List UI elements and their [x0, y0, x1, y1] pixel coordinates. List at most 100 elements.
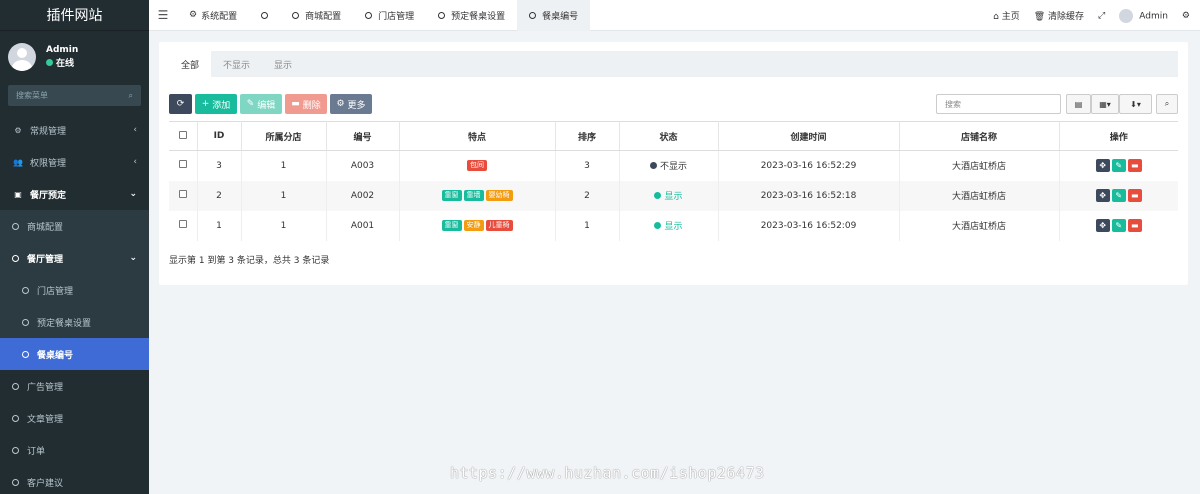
column-header[interactable]: 店铺名称 [899, 121, 1060, 151]
settings-icon[interactable]: ⚙ [1182, 11, 1190, 21]
search-button[interactable]: ⌕ [1156, 94, 1178, 114]
trash-icon: ▬ [291, 99, 300, 109]
column-header[interactable]: 所属分店 [241, 121, 327, 151]
circle-icon [438, 11, 446, 19]
more-label: 更多 [347, 100, 366, 111]
add-button[interactable]: + 添加 [195, 94, 237, 114]
columns-icon: ▦▾ [1099, 99, 1111, 109]
columns-button[interactable]: ▦▾ [1091, 94, 1119, 114]
row-checkbox[interactable] [178, 220, 187, 228]
column-header[interactable]: 排序 [555, 121, 620, 151]
column-header[interactable]: 特点 [399, 121, 556, 151]
table-search-input[interactable]: 搜索 [936, 94, 1061, 114]
circle-icon [261, 11, 269, 19]
site-logo[interactable]: 插件网站 [0, 0, 149, 31]
sidebar-item-mall-config[interactable]: 商城配置 [0, 210, 149, 242]
table-row[interactable]: 1 1 A001 靠窗 安静 儿童椅 1 显示 2023-03-16 16:52:09 大酒店虹桥… [169, 210, 1178, 241]
tab-store-manage[interactable]: 门店管理 [353, 0, 426, 31]
sidebar-item-feedback[interactable]: 客户建议 [0, 466, 149, 494]
sidebar-item-restaurant-manage[interactable]: 餐厅管理 ⌄ [0, 242, 149, 274]
home-link[interactable]: ⌂ 主页 [993, 9, 1020, 22]
sidebar-item-table-booking-settings[interactable]: 预定餐桌设置 [0, 306, 149, 338]
row-select-cell[interactable] [169, 180, 198, 211]
cell-actions: ✥ ✎ ▬ [1059, 151, 1178, 181]
clear-cache-button[interactable]: 🗑 清除缓存 [1034, 9, 1084, 22]
home-label: 主页 [1001, 12, 1020, 22]
export-button[interactable]: ⬇▾ [1119, 94, 1152, 114]
sidebar-item-label: 门店管理 [37, 286, 74, 297]
row-select-cell[interactable] [169, 210, 198, 241]
cell-actions: ✥ ✎ ▬ [1059, 180, 1178, 211]
table-row[interactable]: 3 1 A003 包间 3 不显示 2023-03-16 16:52:29 大酒店虹桥店 ✥ ✎ ▬ [169, 150, 1178, 181]
user-menu[interactable]: Admin [1119, 8, 1168, 23]
chevron-left-icon: ‹ [133, 125, 137, 135]
column-header[interactable]: ID [197, 121, 242, 151]
sidebar-item-permission[interactable]: 👥 权限管理 ‹ [0, 146, 149, 178]
drag-sort-button[interactable]: ✥ [1095, 219, 1110, 232]
cell-status[interactable]: 显示 [619, 180, 719, 211]
cell-actions: ✥ ✎ ▬ [1059, 211, 1178, 241]
row-delete-button[interactable]: ▬ [1127, 159, 1142, 173]
edit-button[interactable]: ✎ 编辑 [240, 94, 282, 114]
chevron-down-icon: ⌄ [129, 189, 137, 199]
trash-icon: 🗑 [1033, 12, 1046, 22]
more-button[interactable]: ⚙ 更多 [330, 94, 372, 114]
menu-toggle-icon[interactable]: ☰ [149, 8, 177, 22]
row-delete-button[interactable]: ▬ [1127, 219, 1142, 232]
column-header[interactable]: 编号 [326, 121, 400, 151]
select-all-checkbox[interactable] [178, 130, 187, 139]
row-delete-button[interactable]: ▬ [1127, 189, 1142, 202]
filter-tab-shown[interactable]: 显示 [262, 51, 304, 77]
column-header[interactable]: 状态 [619, 121, 719, 151]
table-row[interactable]: 2 1 A002 靠窗 靠墙 婴幼椅 2 显示 2023-03-16 16:52:18 大酒店虹桥… [169, 180, 1178, 211]
sidebar-item-label: 常规管理 [30, 126, 67, 137]
feature-tag: 靠墙 [463, 190, 484, 201]
move-icon: ✥ [1099, 191, 1107, 200]
tab-table-number[interactable]: 餐桌编号 [517, 0, 591, 31]
delete-button[interactable]: ▬ 删除 [285, 94, 327, 114]
column-header[interactable]: 创建时间 [718, 121, 900, 151]
cell-sort: 1 [555, 210, 620, 241]
menu-search-input[interactable]: 搜索菜单 ⌕ [8, 85, 141, 106]
circle-icon [22, 286, 29, 294]
trash-icon: ▬ [1130, 161, 1139, 171]
fullscreen-icon[interactable]: ⤢ [1098, 11, 1105, 21]
feature-tag: 儿童椅 [485, 220, 513, 231]
sidebar-item-restaurant-booking[interactable]: ▣ 餐厅预定 ⌄ [0, 178, 149, 210]
tab-untitled[interactable] [249, 0, 280, 31]
cell-status[interactable]: 显示 [619, 210, 719, 241]
sidebar-item-table-number[interactable]: 餐桌编号 [0, 338, 149, 370]
filter-tab-hidden[interactable]: 不显示 [211, 51, 262, 77]
sidebar-item-ads[interactable]: 广告管理 [0, 370, 149, 402]
edit-label: 编辑 [257, 100, 276, 111]
user-name: Admin [46, 44, 79, 55]
sidebar-item-label: 文章管理 [27, 414, 64, 425]
refresh-button[interactable]: ⟳ [169, 94, 192, 114]
pagination-summary: 显示第 1 到第 3 条记录，总共 3 条记录 [169, 256, 330, 266]
row-edit-button[interactable]: ✎ [1111, 219, 1126, 232]
toggle-view-button[interactable]: ▤ [1066, 94, 1091, 114]
tab-system-config[interactable]: ⚙ 系统配置 [177, 0, 249, 31]
cell-branch: 1 [241, 150, 327, 181]
sidebar-item-articles[interactable]: 文章管理 [0, 402, 149, 434]
select-all-header[interactable] [169, 121, 198, 151]
delete-label: 删除 [302, 100, 321, 111]
drag-sort-button[interactable]: ✥ [1095, 189, 1110, 202]
sidebar-item-label: 餐厅管理 [27, 254, 64, 265]
tab-table-booking-settings[interactable]: 预定餐桌设置 [426, 0, 517, 31]
sidebar-item-store-manage[interactable]: 门店管理 [0, 274, 149, 306]
row-checkbox[interactable] [178, 160, 187, 169]
sidebar-item-orders[interactable]: 订单 [0, 434, 149, 466]
sidebar-item-general[interactable]: ⚙ 常规管理 ‹ [0, 114, 149, 146]
row-edit-button[interactable]: ✎ [1111, 159, 1126, 173]
cell-status[interactable]: 不显示 [619, 150, 719, 181]
row-select-cell[interactable] [169, 150, 198, 181]
drag-sort-button[interactable]: ✥ [1095, 159, 1110, 173]
search-icon[interactable]: ⌕ [129, 91, 133, 101]
pencil-icon: ✎ [1115, 221, 1123, 230]
row-checkbox[interactable] [178, 190, 187, 198]
filter-tab-all[interactable]: 全部 [169, 51, 212, 77]
row-edit-button[interactable]: ✎ [1111, 189, 1126, 202]
cell-code: A003 [326, 150, 400, 181]
tab-mall-config[interactable]: 商城配置 [280, 0, 353, 31]
